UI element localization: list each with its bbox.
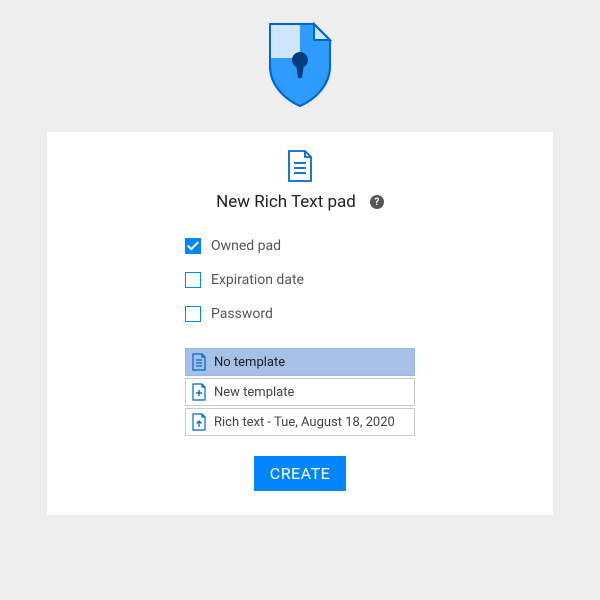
template-new-template[interactable]: New template xyxy=(185,378,415,406)
create-button[interactable]: CREATE xyxy=(254,456,346,491)
expiration-date-checkbox[interactable]: Expiration date xyxy=(185,272,415,288)
new-doc-icon xyxy=(192,383,206,401)
template-list: No template New template xyxy=(185,348,415,436)
document-icon xyxy=(287,150,313,186)
upload-doc-icon xyxy=(192,413,206,431)
app-logo xyxy=(264,20,336,112)
template-label: New template xyxy=(214,385,294,400)
help-icon[interactable]: ? xyxy=(370,195,384,209)
doc-icon xyxy=(192,353,206,371)
password-label: Password xyxy=(211,306,273,322)
create-pad-panel: New Rich Text pad ? Owned pad Expiration… xyxy=(47,132,553,515)
template-label: No template xyxy=(214,355,285,370)
checkbox-icon xyxy=(185,238,201,254)
template-rich-text[interactable]: Rich text - Tue, August 18, 2020 xyxy=(185,408,415,436)
owned-pad-checkbox[interactable]: Owned pad xyxy=(185,238,415,254)
panel-title: New Rich Text pad xyxy=(216,192,356,212)
options-group: Owned pad Expiration date Password xyxy=(185,238,415,322)
password-checkbox[interactable]: Password xyxy=(185,306,415,322)
checkbox-icon xyxy=(185,272,201,288)
template-no-template[interactable]: No template xyxy=(185,348,415,376)
expiration-label: Expiration date xyxy=(211,272,304,288)
owned-pad-label: Owned pad xyxy=(211,238,281,254)
checkbox-icon xyxy=(185,306,201,322)
template-label: Rich text - Tue, August 18, 2020 xyxy=(214,415,395,430)
